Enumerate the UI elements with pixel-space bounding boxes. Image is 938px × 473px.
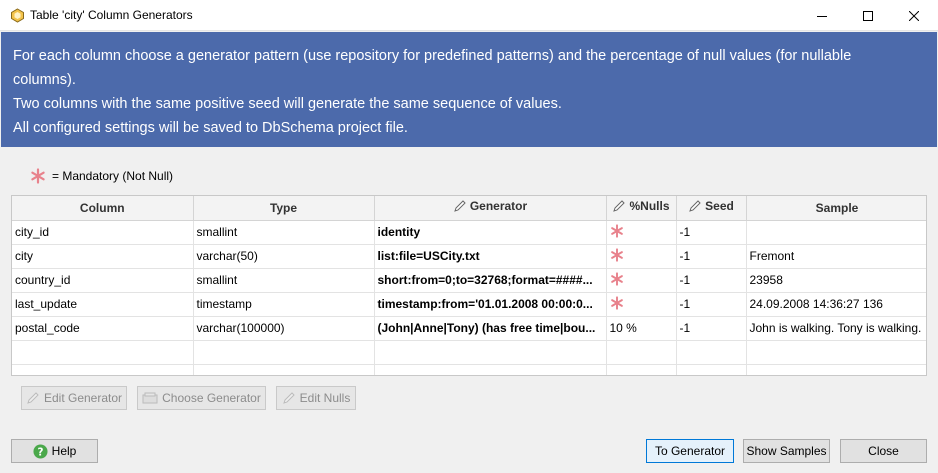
close-label: Close bbox=[868, 444, 899, 458]
cell-sample[interactable]: John is walking. Tony is walking. bbox=[746, 316, 926, 341]
close-icon bbox=[909, 10, 919, 21]
cell-type[interactable]: smallint bbox=[193, 268, 375, 293]
help-label: Help bbox=[51, 444, 77, 458]
cell-nulls[interactable] bbox=[606, 268, 677, 293]
header-column[interactable]: Column bbox=[12, 196, 194, 221]
cell-type[interactable]: varchar(100000) bbox=[193, 316, 375, 341]
cell-column[interactable]: last_update bbox=[12, 292, 194, 317]
cell-seed[interactable]: -1 bbox=[676, 220, 747, 245]
table-row[interactable]: country_id smallint short:from=0;to=3276… bbox=[12, 268, 926, 293]
cell-type[interactable]: varchar(50) bbox=[193, 244, 375, 269]
cell-column[interactable]: city_id bbox=[12, 220, 194, 245]
edit-generator-button[interactable]: Edit Generator bbox=[21, 386, 127, 410]
to-generator-label: To Generator bbox=[654, 444, 726, 458]
edit-generator-label: Edit Generator bbox=[43, 391, 123, 405]
minimize-button[interactable] bbox=[799, 0, 845, 31]
help-button[interactable]: ? Help bbox=[11, 439, 98, 463]
mandatory-asterisk-icon bbox=[610, 295, 623, 310]
pencil-icon bbox=[613, 200, 626, 213]
cell-sample[interactable]: Fremont bbox=[746, 244, 926, 269]
empty-row bbox=[12, 340, 926, 365]
legend-label: = Mandatory (Not Null) bbox=[52, 169, 174, 183]
cell-nulls[interactable]: 10 % bbox=[606, 316, 677, 341]
cell-generator[interactable]: list:file=USCity.txt bbox=[374, 244, 607, 269]
title-bar: Table 'city' Column Generators bbox=[0, 0, 938, 31]
to-generator-button[interactable]: To Generator bbox=[646, 439, 734, 463]
edit-nulls-button[interactable]: Edit Nulls bbox=[276, 386, 356, 410]
table-header-row: Column Type Generator %Nulls Seed Sample bbox=[12, 196, 926, 221]
minimize-icon bbox=[817, 15, 827, 17]
show-samples-button[interactable]: Show Samples bbox=[743, 439, 830, 463]
maximize-button[interactable] bbox=[845, 0, 891, 31]
cell-generator[interactable]: identity bbox=[374, 220, 607, 245]
pencil-icon bbox=[27, 392, 39, 404]
header-seed[interactable]: Seed bbox=[676, 196, 747, 221]
cell-nulls[interactable] bbox=[606, 244, 677, 269]
close-window-button[interactable] bbox=[891, 0, 937, 31]
table-row[interactable]: city_id smallint identity -1 bbox=[12, 220, 926, 245]
cell-nulls[interactable] bbox=[606, 220, 677, 245]
pencil-icon bbox=[282, 392, 295, 404]
close-button[interactable]: Close bbox=[840, 439, 927, 463]
cell-column[interactable]: city bbox=[12, 244, 194, 269]
mandatory-asterisk-icon bbox=[610, 271, 623, 286]
show-samples-label: Show Samples bbox=[746, 444, 827, 458]
header-type[interactable]: Type bbox=[193, 196, 375, 221]
header-sample[interactable]: Sample bbox=[746, 196, 926, 221]
cell-type[interactable]: smallint bbox=[193, 220, 375, 245]
cell-type[interactable]: timestamp bbox=[193, 292, 375, 317]
cell-column[interactable]: postal_code bbox=[12, 316, 194, 341]
info-banner: For each column choose a generator patte… bbox=[1, 32, 937, 147]
mandatory-asterisk-icon bbox=[610, 247, 623, 262]
banner-line: Two columns with the same positive seed … bbox=[13, 96, 562, 112]
dbschema-app-icon bbox=[11, 8, 24, 23]
repository-icon bbox=[142, 392, 158, 404]
header-type-label: Type bbox=[269, 200, 298, 215]
mandatory-legend: = Mandatory (Not Null) bbox=[30, 167, 173, 185]
cell-nulls[interactable] bbox=[606, 292, 677, 317]
cell-seed[interactable]: -1 bbox=[676, 292, 747, 317]
window-title: Table 'city' Column Generators bbox=[30, 8, 193, 22]
empty-row bbox=[12, 364, 926, 375]
banner-line: All configured settings will be saved to… bbox=[13, 120, 408, 136]
help-icon: ? bbox=[33, 443, 48, 459]
cell-generator[interactable]: short:from=0;to=32768;format=####... bbox=[374, 268, 607, 293]
cell-sample[interactable] bbox=[746, 220, 926, 245]
cell-seed[interactable]: -1 bbox=[676, 244, 747, 269]
mandatory-asterisk-icon bbox=[610, 223, 623, 238]
cell-generator[interactable]: timestamp:from='01.01.2008 00:00:0... bbox=[374, 292, 607, 317]
pencil-icon bbox=[454, 200, 466, 213]
table-row[interactable]: postal_code varchar(100000) (John|Anne|T… bbox=[12, 316, 926, 341]
choose-generator-label: Choose Generator bbox=[162, 391, 261, 405]
cell-column[interactable]: country_id bbox=[12, 268, 194, 293]
cell-generator[interactable]: (John|Anne|Tony) (has free time|bou... bbox=[374, 316, 607, 341]
pencil-icon bbox=[689, 200, 701, 213]
banner-line: For each column choose a generator patte… bbox=[13, 48, 852, 64]
header-sample-label: Sample bbox=[815, 200, 859, 215]
cell-seed[interactable]: -1 bbox=[676, 268, 747, 293]
header-nulls-label: %Nulls bbox=[629, 199, 670, 214]
edit-nulls-label: Edit Nulls bbox=[299, 391, 351, 405]
table-row[interactable]: last_update timestamp timestamp:from='01… bbox=[12, 292, 926, 317]
table-row[interactable]: city varchar(50) list:file=USCity.txt -1… bbox=[12, 244, 926, 269]
column-generators-table: Column Type Generator %Nulls Seed Sample… bbox=[11, 195, 927, 376]
header-nulls[interactable]: %Nulls bbox=[606, 196, 677, 221]
mandatory-asterisk-icon bbox=[31, 168, 45, 184]
header-seed-label: Seed bbox=[705, 199, 734, 214]
header-generator[interactable]: Generator bbox=[374, 196, 607, 221]
cell-sample[interactable]: 23958 bbox=[746, 268, 926, 293]
banner-line: columns). bbox=[13, 72, 76, 88]
header-column-label: Column bbox=[79, 200, 125, 215]
maximize-icon bbox=[863, 10, 873, 21]
cell-sample[interactable]: 24.09.2008 14:36:27 136 bbox=[746, 292, 926, 317]
svg-text:?: ? bbox=[37, 446, 43, 458]
header-generator-label: Generator bbox=[469, 199, 528, 214]
choose-generator-button[interactable]: Choose Generator bbox=[137, 386, 266, 410]
cell-seed[interactable]: -1 bbox=[676, 316, 747, 341]
